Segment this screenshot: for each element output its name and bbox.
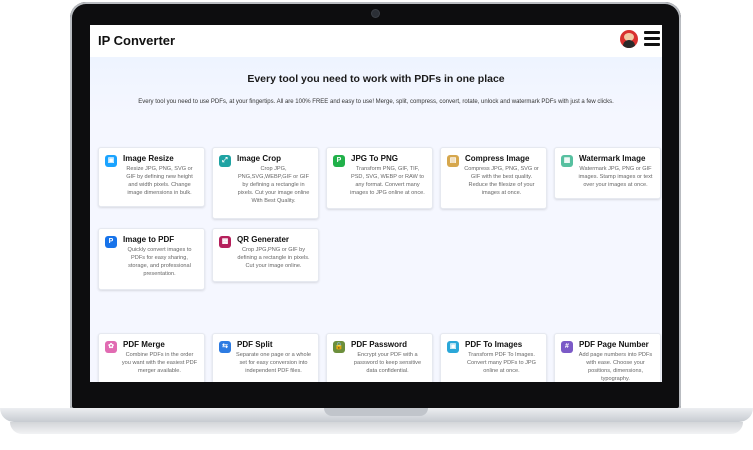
top-navbar: IP Converter (90, 25, 662, 57)
tool-title: PDF Password (351, 340, 408, 349)
tool-description: Encrypt your PDF with a password to keep… (353, 352, 422, 374)
tool-card-pdf-split[interactable]: ⇆ PDF Split Separate one page or a whole… (212, 333, 319, 382)
pdf-split-icon: ⇆ (219, 341, 231, 353)
tool-description: Resize JPG, PNG, SVG or GIF by defining … (126, 166, 193, 196)
tool-description: Crop JPG,PNG or GIF by defining a rectan… (237, 247, 310, 269)
tool-card-jpg-to-png[interactable]: P JPG To PNG Transform PNG, GIF, TIF, PS… (326, 147, 433, 209)
hero-subheading: Every tool you need to use PDFs, at your… (138, 99, 614, 105)
user-avatar[interactable] (620, 30, 638, 48)
tool-description: Combine PDFs in the order you want with … (121, 352, 198, 374)
browser-viewport: IP Converter Every tool you need to work… (90, 25, 662, 382)
image-to-pdf-icon: P (105, 236, 117, 248)
pdf-merge-icon: ✿ (105, 341, 117, 353)
compress-image-icon: ▤ (447, 155, 459, 167)
qr-generator-icon: ▩ (219, 236, 231, 248)
tool-title: PDF To Images (465, 340, 523, 349)
tool-description: Transform PDF To Images. Convert many PD… (466, 352, 536, 374)
image-resize-icon: ▣ (105, 155, 117, 167)
hero-section: Every tool you need to work with PDFs in… (90, 57, 662, 115)
laptop-shadow (10, 422, 743, 434)
hero-heading: Every tool you need to work with PDFs in… (247, 73, 505, 85)
tool-title: JPG To PNG (351, 154, 398, 163)
tool-card-image-crop[interactable]: ⤢ Image Crop Crop JPG, PNG,SVG,WEBP,GIF … (212, 147, 319, 219)
tool-title: PDF Merge (123, 340, 165, 349)
tool-description: Crop JPG, PNG,SVG,WEBP,GIF or GIF by def… (237, 166, 310, 204)
tool-description: Compress JPG, PNG, SVG or GIF with the b… (464, 166, 539, 196)
tool-card-watermark-image[interactable]: ▦ Watermark Image Watermark JPG, PNG or … (554, 147, 661, 199)
pdf-password-icon: 🔒 (333, 341, 345, 353)
tool-card-pdf-password[interactable]: 🔒 PDF Password Encrypt your PDF with a p… (326, 333, 433, 382)
pdf-page-number-icon: # (561, 341, 573, 353)
tool-card-compress-image[interactable]: ▤ Compress Image Compress JPG, PNG, SVG … (440, 147, 547, 209)
tool-title: Watermark Image (579, 154, 646, 163)
watermark-image-icon: ▦ (561, 155, 573, 167)
tool-card-image-to-pdf[interactable]: P Image to PDF Quickly convert images to… (98, 228, 205, 290)
tool-title: Compress Image (465, 154, 530, 163)
tool-card-pdf-merge[interactable]: ✿ PDF Merge Combine PDFs in the order yo… (98, 333, 205, 382)
tool-title: PDF Page Number (579, 340, 649, 349)
tool-description: Separate one page or a whole set for eas… (236, 352, 311, 374)
tool-title: QR Generater (237, 235, 290, 244)
image-crop-icon: ⤢ (219, 155, 231, 167)
tool-description: Quickly convert images to PDFs for easy … (127, 247, 192, 277)
tool-title: Image to PDF (123, 235, 175, 244)
pdf-to-images-icon: ▣ (447, 341, 459, 353)
tool-description: Transform PNG, GIF, TIF, PSD, SVG, WEBP … (350, 166, 425, 196)
tool-description: Watermark JPG, PNG or GIF images. Stamp … (578, 166, 653, 188)
hamburger-menu-icon[interactable] (644, 31, 660, 47)
tool-title: Image Resize (123, 154, 174, 163)
tool-title: Image Crop (237, 154, 282, 163)
webcam-icon (372, 10, 379, 17)
tools-grid: ▣ Image Resize Resize JPG, PNG, SVG or G… (90, 115, 662, 382)
app-title[interactable]: IP Converter (98, 33, 175, 48)
laptop-opening-notch (324, 408, 428, 416)
tool-title: PDF Split (237, 340, 273, 349)
jpg-to-png-icon: P (333, 155, 345, 167)
tool-card-pdf-to-images[interactable]: ▣ PDF To Images Transform PDF To Images.… (440, 333, 547, 382)
tool-card-qr-generator[interactable]: ▩ QR Generater Crop JPG,PNG or GIF by de… (212, 228, 319, 282)
tool-card-image-resize[interactable]: ▣ Image Resize Resize JPG, PNG, SVG or G… (98, 147, 205, 207)
tool-card-pdf-page-number[interactable]: # PDF Page Number Add page numbers into … (554, 333, 661, 382)
tool-description: Add page numbers into PDFs with ease. Ch… (578, 352, 653, 382)
